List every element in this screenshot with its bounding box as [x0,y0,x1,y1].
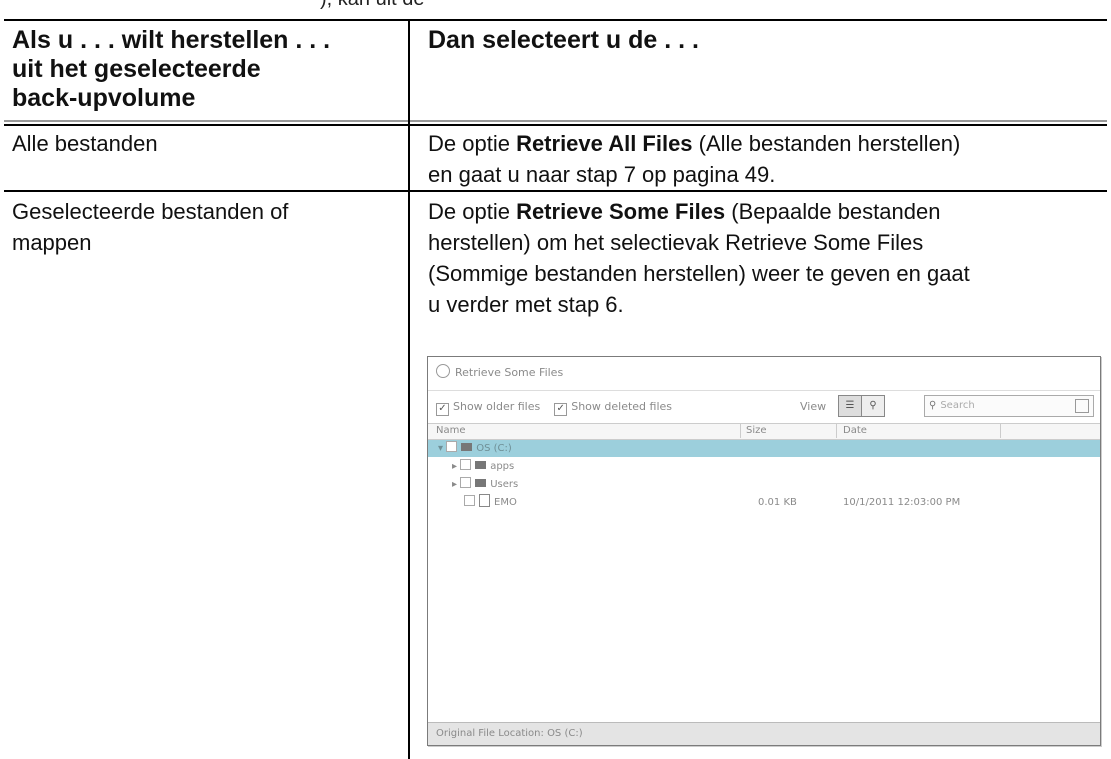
filter-options: ✓ Show older files ✓ Show deleted files [436,400,672,416]
show-deleted-label: Show deleted files [571,400,673,413]
folder-icon [475,461,487,469]
file-row[interactable]: EMO 0.01 KB 10/1/2011 12:03:00 PM [428,494,1100,511]
row1-option: Retrieve All Files [516,131,693,156]
row-checkbox[interactable] [464,495,475,506]
title-divider [428,390,1100,391]
row-size: 0.01 KB [758,497,797,508]
file-row[interactable]: ▸ Users [428,476,1100,493]
view-label: View [800,400,827,413]
file-row[interactable]: ▸ apps [428,458,1100,475]
row2-right: De optie Retrieve Some Files (Bepaalde b… [428,196,970,320]
back-icon [436,364,450,378]
row2-line2: herstellen) om het selectievak Retrieve … [428,230,924,255]
page-fragment-text: ), kan uit de [320,0,425,11]
row-name: OS (C:) [476,443,512,454]
row2-line3: (Sommige bestanden herstellen) weer te g… [428,261,970,286]
search-view-button[interactable]: ⚲ [861,395,885,417]
row-content: EMO [464,494,517,511]
column-separator [1000,423,1001,438]
file-row[interactable]: ▾ OS (C:) [428,440,1100,457]
row1-right: De optie Retrieve All Files (Alle bestan… [428,128,960,190]
search-input[interactable]: ⚲ Search [924,395,1094,417]
list-view-button[interactable]: ☰ [838,395,862,417]
row-date: 10/1/2011 12:03:00 PM [843,497,961,508]
search-placeholder: Search [940,400,975,411]
show-deleted-checkbox[interactable]: ✓ [554,403,568,416]
row-content: ▸ apps [452,459,515,472]
row-checkbox[interactable] [460,477,472,488]
row2-suffix: (Bepaalde bestanden [725,199,941,224]
row1-suffix: (Alle bestanden herstellen) [692,131,961,156]
row2-left-line: mappen [12,230,92,255]
header-bottom-rule [4,120,1107,122]
row-checkbox[interactable] [446,441,458,452]
header-left-line: uit het geselecteerde [12,55,261,83]
row-name: apps [490,461,515,472]
column-divider [408,19,410,759]
row-content: ▾ OS (C:) [438,441,512,454]
file-icon [479,494,490,507]
dialog-title-text: Retrieve Some Files [455,366,564,379]
row-content: ▸ Users [452,477,519,490]
header-right: Dan selecteert u de . . . [428,26,699,54]
show-older-checkbox[interactable]: ✓ [436,403,449,416]
column-name[interactable]: Name [436,425,466,436]
column-size[interactable]: Size [746,425,767,436]
row2-option: Retrieve Some Files [516,199,726,224]
retrieve-some-files-screenshot: Retrieve Some Files ✓ Show older files ✓ S… [427,356,1101,746]
show-older-label: Show older files [453,400,541,413]
column-separator [740,423,741,438]
header-left-line: Als u . . . wilt herstellen . . . [12,26,331,54]
folder-icon [475,479,487,487]
row2-left: Geselecteerde bestanden of mappen [12,196,288,258]
row-checkbox[interactable] [460,459,472,470]
header-left: Als u . . . wilt herstellen . . . uit he… [12,26,402,113]
dialog-title: Retrieve Some Files [436,364,563,379]
row1-left: Alle bestanden [12,131,158,156]
row2-line4: u verder met stap 6. [428,292,624,317]
column-separator [836,423,837,438]
row-name: EMO [494,497,517,508]
status-bar: Original File Location: OS (C:) [428,722,1100,745]
column-date[interactable]: Date [843,425,867,436]
row1-bottom-rule [4,190,1107,192]
search-icon: ⚲ [929,400,937,411]
table-top-rule [4,19,1107,21]
header-left-line: back-upvolume [12,84,196,112]
header-bottom-rule-2 [4,124,1107,126]
row1-line2: en gaat u naar stap 7 op pagina 49. [428,162,776,187]
clear-search-icon[interactable] [1075,399,1089,413]
row2-prefix: De optie [428,199,517,224]
row-name: Users [490,479,519,490]
row1-prefix: De optie [428,131,517,156]
row2-left-line: Geselecteerde bestanden of [12,199,289,224]
folder-icon [461,443,473,451]
